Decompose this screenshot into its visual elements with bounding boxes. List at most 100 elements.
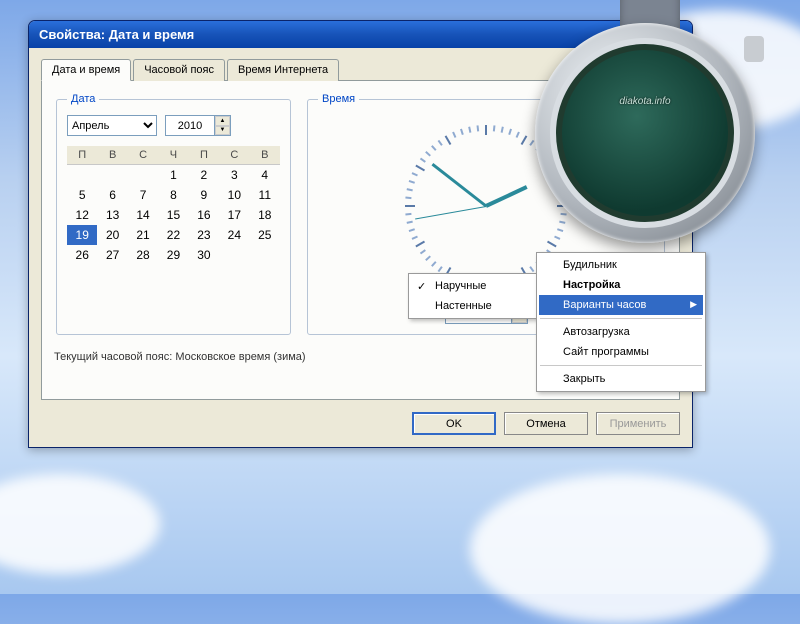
submenu-item-wall[interactable]: Настенные (411, 296, 535, 316)
calendar-day[interactable]: 9 (189, 185, 219, 205)
calendar-grid: ПВСЧПСВ 12345678910111213141516171819202… (67, 146, 280, 265)
calendar-day[interactable]: 23 (189, 225, 219, 245)
calendar-day[interactable]: 4 (250, 165, 280, 186)
clock-tick (554, 172, 560, 176)
clock-tick (521, 135, 528, 145)
clock-tick (485, 125, 487, 135)
clock-tick (554, 236, 560, 240)
calendar-day[interactable]: 22 (158, 225, 188, 245)
tab-timezone[interactable]: Часовой пояс (133, 59, 225, 81)
date-group: Дата Апрель ▲ ▼ (56, 93, 291, 335)
calendar-day[interactable]: 13 (97, 205, 127, 225)
calendar-day[interactable]: 30 (189, 245, 219, 265)
calendar-day[interactable]: 10 (219, 185, 249, 205)
clock-tick (493, 125, 496, 131)
clock-tick (409, 228, 415, 232)
clock-tick (468, 127, 471, 133)
titlebar[interactable]: Свойства: Дата и время (29, 21, 692, 48)
clock-tick (508, 129, 512, 135)
tab-internet-time[interactable]: Время Интернета (227, 59, 339, 81)
calendar-day[interactable]: 14 (128, 205, 158, 225)
calendar-day[interactable]: 16 (189, 205, 219, 225)
calendar-day[interactable]: 20 (97, 225, 127, 245)
calendar-day[interactable]: 8 (158, 185, 188, 205)
year-spinner[interactable]: ▲ ▼ (165, 115, 231, 136)
menu-separator (540, 318, 702, 319)
clock-tick (460, 129, 464, 135)
watch-context-menu: Будильник Настройка Варианты часов Автоз… (536, 252, 706, 392)
time-legend: Время (318, 93, 359, 105)
calendar-day[interactable]: 27 (97, 245, 127, 265)
second-hand (415, 206, 486, 219)
year-down[interactable]: ▼ (215, 126, 230, 136)
menu-item-alarm[interactable]: Будильник (539, 255, 703, 275)
clock-tick (560, 213, 566, 216)
menu-item-variants[interactable]: Варианты часов (539, 295, 703, 315)
clock-tick (431, 145, 437, 151)
calendar-day[interactable]: 7 (128, 185, 158, 205)
clock-tick (452, 132, 456, 138)
tab-date-time[interactable]: Дата и время (41, 59, 131, 81)
cancel-button[interactable]: Отмена (504, 412, 588, 435)
cloud-decoration (0, 474, 160, 574)
month-select[interactable]: Апрель (67, 115, 157, 136)
calendar-day[interactable]: 26 (67, 245, 97, 265)
clock-tick (415, 241, 425, 248)
minute-hand (431, 163, 486, 207)
clock-tick (501, 127, 504, 133)
calendar-weekday: С (128, 146, 158, 165)
clock-tick (420, 158, 426, 163)
calendar-day[interactable]: 3 (219, 165, 249, 186)
clock-variants-submenu: Наручные Настенные (408, 273, 538, 319)
clock-tick (477, 125, 480, 131)
calendar-day[interactable]: 12 (67, 205, 97, 225)
menu-item-close[interactable]: Закрыть (539, 369, 703, 389)
year-up[interactable]: ▲ (215, 116, 230, 126)
calendar-day[interactable]: 15 (158, 205, 188, 225)
clock-tick (535, 145, 541, 151)
ok-button[interactable]: OK (412, 412, 496, 435)
calendar-day[interactable]: 25 (250, 225, 280, 245)
dialog-buttons: OK Отмена Применить (29, 412, 692, 447)
clock-tick (407, 188, 413, 191)
clock-tick (547, 241, 557, 248)
calendar-day[interactable]: 29 (158, 245, 188, 265)
clock-tick (412, 172, 418, 176)
clock-tick (407, 221, 413, 224)
calendar-day[interactable]: 28 (128, 245, 158, 265)
clock-tick (420, 249, 426, 254)
clock-tick (412, 236, 418, 240)
year-input[interactable] (166, 117, 214, 134)
apply-button[interactable]: Применить (596, 412, 680, 435)
calendar-weekday: С (219, 146, 249, 165)
submenu-item-wrist[interactable]: Наручные (411, 276, 535, 296)
date-legend: Дата (67, 93, 99, 105)
clock-tick (529, 140, 534, 146)
clock-tick (425, 255, 431, 261)
calendar-day[interactable]: 17 (219, 205, 249, 225)
clock-tick (415, 165, 425, 172)
calendar-day[interactable]: 5 (67, 185, 97, 205)
calendar-weekday: Ч (158, 146, 188, 165)
calendar-day[interactable]: 6 (97, 185, 127, 205)
calendar-day[interactable]: 21 (128, 225, 158, 245)
menu-item-autoload[interactable]: Автозагрузка (539, 322, 703, 342)
clock-tick (438, 140, 443, 146)
clock-tick (405, 197, 411, 200)
menu-item-settings[interactable]: Настройка (539, 275, 703, 295)
calendar-weekday: П (189, 146, 219, 165)
clock-tick (559, 188, 565, 191)
menu-item-site[interactable]: Сайт программы (539, 342, 703, 362)
calendar-day[interactable]: 24 (219, 225, 249, 245)
calendar-day[interactable]: 18 (250, 205, 280, 225)
calendar-day[interactable]: 1 (158, 165, 188, 186)
calendar-day[interactable]: 11 (250, 185, 280, 205)
menu-separator (540, 365, 702, 366)
calendar-weekday: П (67, 146, 97, 165)
cloud-decoration (470, 474, 770, 624)
calendar-day[interactable]: 19 (67, 225, 97, 245)
clock-tick (445, 135, 452, 145)
calendar-weekday: В (97, 146, 127, 165)
clock-tick (547, 165, 557, 172)
calendar-day[interactable]: 2 (189, 165, 219, 186)
